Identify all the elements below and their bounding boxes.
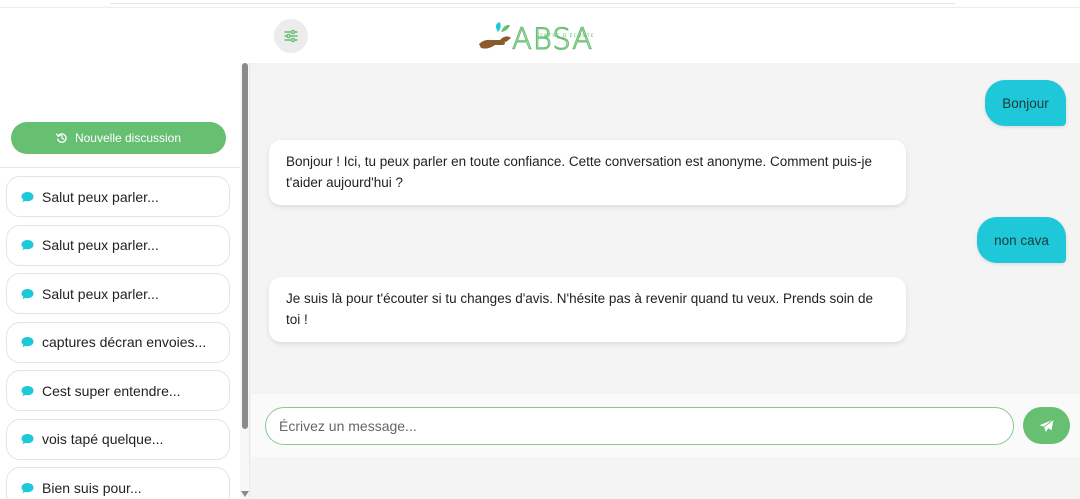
settings-button[interactable] [274,19,308,53]
message-input[interactable] [265,407,1014,445]
sliders-icon [284,29,298,43]
chat-bubble-icon [21,191,34,202]
history-icon [55,133,67,143]
footer-space [251,457,1080,499]
sidebar-scrollbar-thumb[interactable] [242,63,248,429]
chat-bubble-icon [21,337,34,348]
conversation-label: Salut peux parler... [42,285,159,302]
bot-message: Bonjour ! Ici, tu peux parler en toute c… [269,140,906,205]
conversation-label: Cest super entendre... [42,382,181,399]
conversation-item[interactable]: Bien suis pour... [6,467,230,499]
paper-plane-icon [1039,418,1054,432]
conversation-item[interactable]: Cest super entendre... [6,370,230,411]
conversation-item[interactable]: vois tapé quelque... [6,418,230,460]
chat-bubble-icon [21,385,34,396]
conversation-label: Bien suis pour... [42,479,142,496]
conversation-label: Salut peux parler... [42,237,159,253]
user-message: Bonjour [985,80,1066,126]
chat-messages: Bonjour Bonjour ! Ici, tu peux parler en… [251,63,1080,394]
conversation-label: Salut peux parler... [42,188,159,205]
conversation-label: captures décran envoies... [42,334,207,350]
conversation-label: vois tapé quelque... [42,431,164,447]
user-message: non cava [977,217,1066,263]
app-header: ABSA CENTRE D'ÉCOUTE [0,7,1080,63]
chat-bubble-icon [21,240,34,251]
new-discussion-button[interactable]: Nouvelle discussion [11,122,226,154]
sidebar-divider [0,167,240,168]
triangle-down-icon [241,491,249,497]
chat-bubble-icon [21,482,34,493]
absa-logo[interactable]: ABSA CENTRE D'ÉCOUTE [478,18,602,57]
new-discussion-label: Nouvelle discussion [74,131,182,145]
send-button[interactable] [1023,407,1070,444]
sidebar: Nouvelle discussion Salut peux parler...… [0,63,250,499]
bot-message: Je suis là pour t'écouter si tu changes … [269,277,906,342]
chat-bubble-icon [21,434,34,445]
chat-bubble-icon [21,288,34,299]
composer [251,394,1080,457]
scroll-down-arrow[interactable] [240,489,250,499]
conversation-list: Salut peux parler... Salut peux parler..… [6,176,230,499]
conversation-item[interactable]: captures décran envoies... [6,321,230,363]
top-strip [0,0,1080,7]
conversation-item[interactable]: Salut peux parler... [6,176,230,217]
conversation-item[interactable]: Salut peux parler... [6,273,230,314]
conversation-item[interactable]: Salut peux parler... [6,224,230,266]
